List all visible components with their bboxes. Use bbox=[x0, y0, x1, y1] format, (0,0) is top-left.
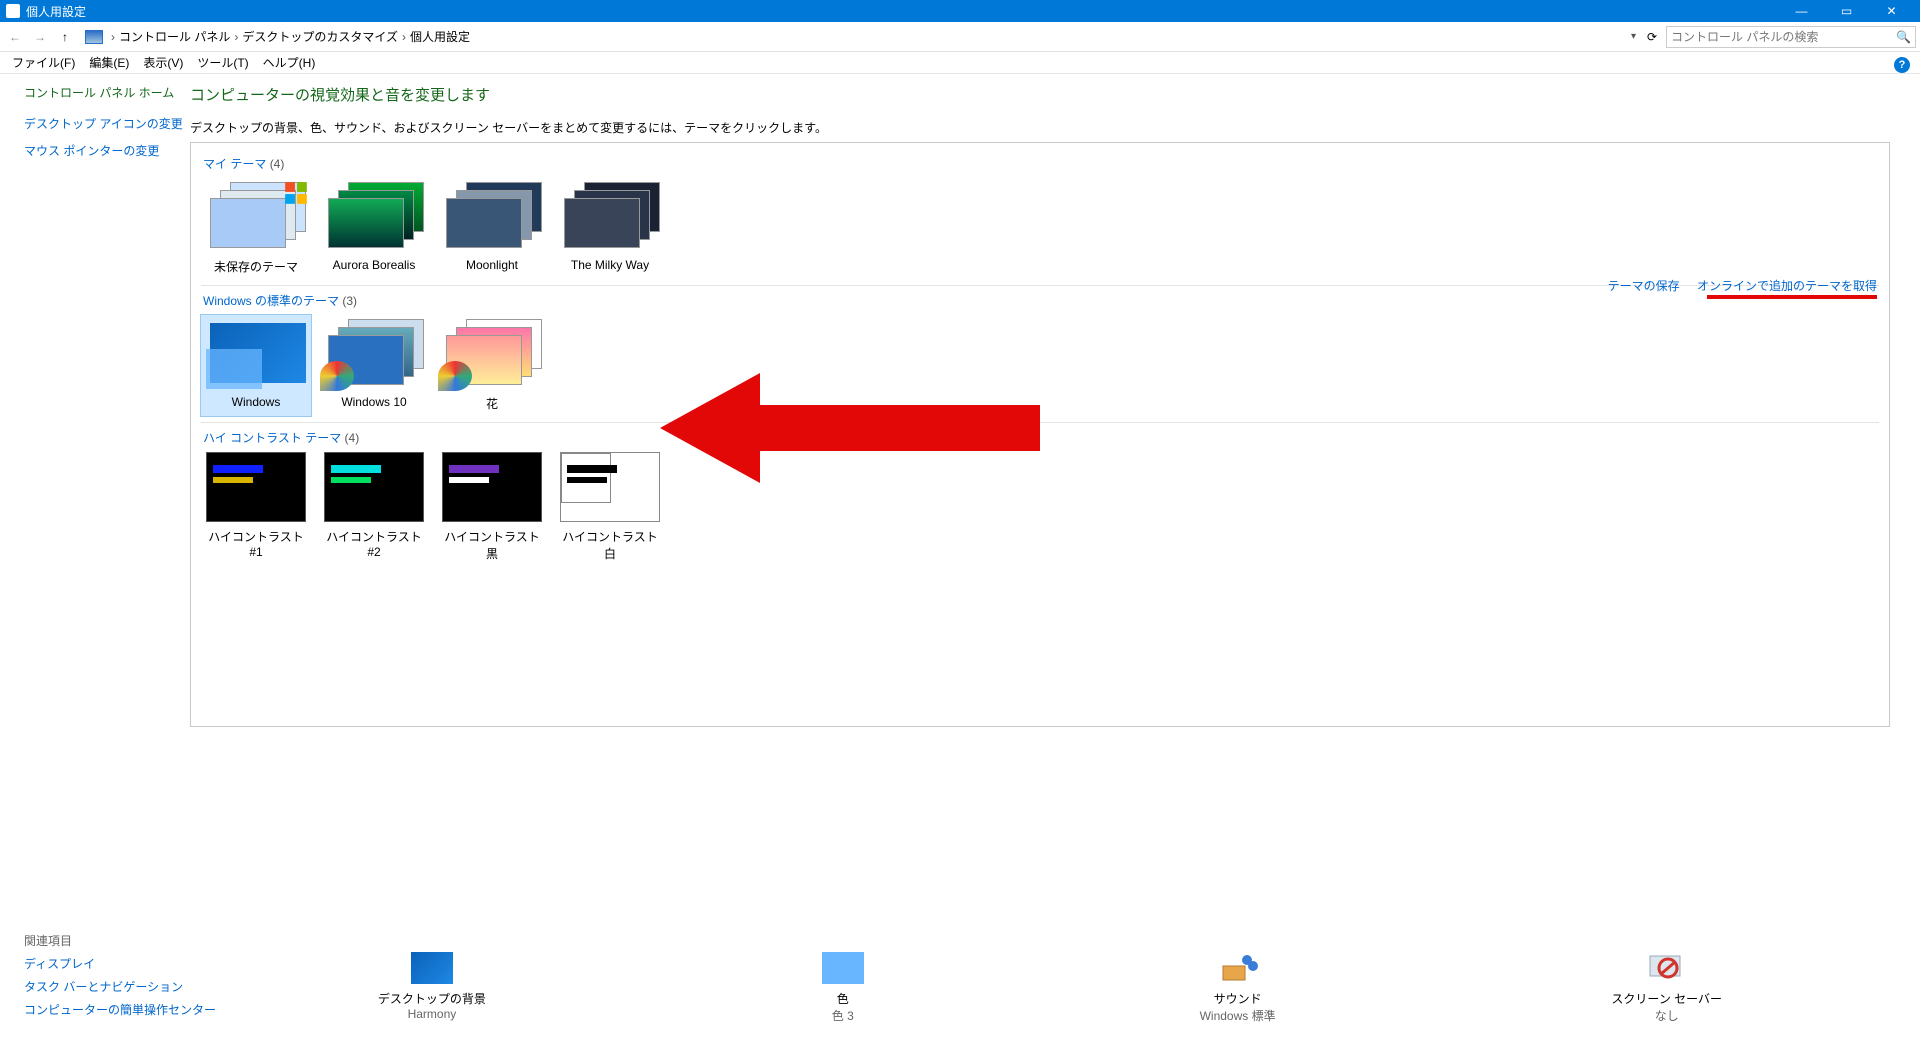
theme-aurora[interactable]: Aurora Borealis bbox=[319, 178, 429, 279]
back-button[interactable]: ← bbox=[4, 26, 26, 48]
search-input[interactable]: コントロール パネルの検索 🔍 bbox=[1666, 26, 1916, 48]
option-sound[interactable]: サウンド Windows 標準 bbox=[1200, 952, 1276, 1024]
breadcrumb-item[interactable]: デスクトップのカスタマイズ bbox=[242, 28, 398, 45]
related-section: 関連項目 ディスプレイ タスク バーとナビゲーション コンピューターの簡単操作セ… bbox=[24, 932, 216, 1024]
color-icon bbox=[822, 952, 864, 984]
title-bar: 個人用設定 — ▭ ✕ bbox=[0, 0, 1920, 22]
nav-bar: ← → ↑ › コントロール パネル › デスクトップのカスタマイズ › 個人用… bbox=[0, 22, 1920, 52]
theme-hc2[interactable]: ハイコントラスト #2 bbox=[319, 452, 429, 562]
help-icon[interactable]: ? bbox=[1894, 57, 1910, 73]
theme-panel: マイ テーマ (4) 未保存のテーマ Aurora Borealis Moonl… bbox=[190, 142, 1890, 727]
related-taskbar[interactable]: タスク バーとナビゲーション bbox=[24, 980, 183, 994]
app-icon bbox=[6, 4, 20, 18]
page-title: コンピューターの視覚効果と音を変更します bbox=[190, 84, 1920, 105]
related-header: 関連項目 bbox=[24, 932, 216, 949]
menu-file[interactable]: ファイル(F) bbox=[6, 52, 81, 73]
related-display[interactable]: ディスプレイ bbox=[24, 957, 95, 971]
theme-label: ハイコントラスト #1 bbox=[201, 528, 311, 559]
chevron-right-icon: › bbox=[232, 30, 240, 44]
theme-label: ハイコントラスト 白 bbox=[555, 528, 665, 562]
chevron-right-icon: › bbox=[109, 30, 117, 44]
search-placeholder: コントロール パネルの検索 bbox=[1671, 28, 1818, 45]
sidebar-home[interactable]: コントロール パネル ホーム bbox=[24, 84, 190, 101]
maximize-button[interactable]: ▭ bbox=[1824, 0, 1869, 22]
page-description: デスクトップの背景、色、サウンド、およびスクリーン セーバーをまとめて変更するに… bbox=[190, 119, 1920, 136]
section-standard-themes: Windows の標準のテーマ (3) bbox=[203, 292, 1879, 309]
sound-icon bbox=[1217, 952, 1259, 984]
theme-flowers[interactable]: 花 bbox=[437, 315, 547, 416]
minimize-button[interactable]: — bbox=[1779, 0, 1824, 22]
palette-icon bbox=[438, 361, 472, 391]
option-background[interactable]: デスクトップの背景 Harmony bbox=[378, 952, 486, 1024]
theme-milky-way[interactable]: The Milky Way bbox=[555, 178, 665, 279]
close-button[interactable]: ✕ bbox=[1869, 0, 1914, 22]
palette-icon bbox=[320, 361, 354, 391]
pc-icon bbox=[85, 30, 103, 44]
breadcrumb-dropdown[interactable]: ▾ bbox=[1629, 31, 1638, 42]
link-online-themes[interactable]: オンラインで追加のテーマを取得 bbox=[1697, 279, 1877, 293]
breadcrumb[interactable]: › コントロール パネル › デスクトップのカスタマイズ › 個人用設定 bbox=[79, 28, 1626, 45]
link-save-theme[interactable]: テーマの保存 bbox=[1608, 279, 1680, 293]
theme-moonlight[interactable]: Moonlight bbox=[437, 178, 547, 279]
separator bbox=[201, 422, 1879, 423]
option-color[interactable]: 色 色 3 bbox=[822, 952, 864, 1024]
theme-hc1[interactable]: ハイコントラスト #1 bbox=[201, 452, 311, 562]
breadcrumb-item[interactable]: コントロール パネル bbox=[119, 28, 230, 45]
menu-help[interactable]: ヘルプ(H) bbox=[257, 52, 322, 73]
option-screensaver[interactable]: スクリーン セーバー なし bbox=[1611, 952, 1722, 1024]
related-ease-of-access[interactable]: コンピューターの簡単操作センター bbox=[24, 1003, 216, 1017]
refresh-button[interactable]: ⟳ bbox=[1642, 30, 1662, 44]
theme-hc-black[interactable]: ハイコントラスト 黒 bbox=[437, 452, 547, 562]
menu-tools[interactable]: ツール(T) bbox=[191, 52, 254, 73]
theme-unsaved[interactable]: 未保存のテーマ bbox=[201, 178, 311, 279]
screensaver-icon bbox=[1646, 952, 1688, 984]
theme-hc-white[interactable]: ハイコントラスト 白 bbox=[555, 452, 665, 562]
bottom-options: デスクトップの背景 Harmony 色 色 3 サウンド Windows 標準 … bbox=[210, 952, 1890, 1024]
theme-label: The Milky Way bbox=[557, 258, 663, 272]
breadcrumb-item[interactable]: 個人用設定 bbox=[410, 28, 470, 45]
up-button[interactable]: ↑ bbox=[54, 26, 76, 48]
forward-button[interactable]: → bbox=[29, 26, 51, 48]
theme-label: ハイコントラスト #2 bbox=[319, 528, 429, 559]
theme-label: ハイコントラスト 黒 bbox=[437, 528, 547, 562]
menu-view[interactable]: 表示(V) bbox=[137, 52, 189, 73]
window-title: 個人用設定 bbox=[26, 3, 86, 20]
theme-label: Moonlight bbox=[439, 258, 545, 272]
search-icon: 🔍 bbox=[1896, 30, 1911, 44]
section-high-contrast: ハイ コントラスト テーマ (4) bbox=[203, 429, 1879, 446]
chevron-right-icon: › bbox=[400, 30, 408, 44]
section-my-themes: マイ テーマ (4) bbox=[203, 155, 1879, 172]
sidebar-link-mouse-pointer[interactable]: マウス ポインターの変更 bbox=[24, 142, 190, 159]
theme-label: Windows bbox=[203, 395, 309, 409]
theme-label: 花 bbox=[439, 395, 545, 412]
menu-edit[interactable]: 編集(E) bbox=[83, 52, 135, 73]
main-content: コンピューターの視覚効果と音を変更します デスクトップの背景、色、サウンド、およ… bbox=[190, 74, 1920, 1038]
sidebar-link-desktop-icons[interactable]: デスクトップ アイコンの変更 bbox=[24, 115, 190, 132]
sidebar: コントロール パネル ホーム デスクトップ アイコンの変更 マウス ポインターの… bbox=[0, 74, 190, 1038]
theme-label: Windows 10 bbox=[321, 395, 427, 409]
theme-label: Aurora Borealis bbox=[321, 258, 427, 272]
background-icon bbox=[411, 952, 453, 984]
theme-label: 未保存のテーマ bbox=[203, 258, 309, 275]
menu-bar: ファイル(F) 編集(E) 表示(V) ツール(T) ヘルプ(H) bbox=[0, 52, 1920, 74]
annotation-underline bbox=[1707, 295, 1877, 299]
theme-windows10[interactable]: Windows 10 bbox=[319, 315, 429, 416]
theme-windows[interactable]: Windows bbox=[201, 315, 311, 416]
windows-flag-icon bbox=[282, 180, 310, 206]
